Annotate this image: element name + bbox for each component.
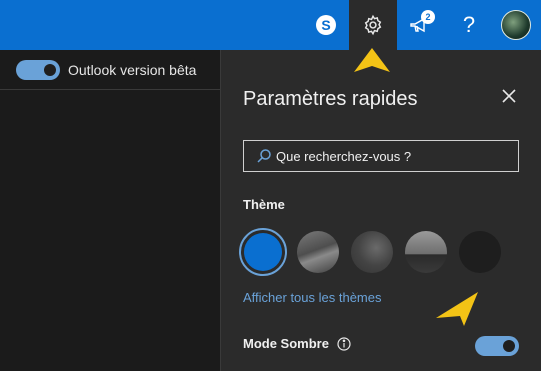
theme-dark[interactable] xyxy=(459,231,501,273)
dark-mode-row: Mode Sombre xyxy=(243,336,351,351)
search-icon xyxy=(257,149,271,163)
dark-mode-toggle[interactable] xyxy=(475,336,519,356)
theme-abstract[interactable] xyxy=(351,231,393,273)
close-icon[interactable] xyxy=(499,86,519,106)
avatar xyxy=(501,10,531,40)
whats-new-button[interactable]: 2 xyxy=(397,0,445,50)
panel-title: Paramètres rapides xyxy=(243,88,418,110)
svg-text:S: S xyxy=(321,17,330,33)
callout-arrow-dark-mode xyxy=(436,292,478,326)
account-button[interactable] xyxy=(492,0,540,50)
top-bar: S 2 ? xyxy=(0,0,541,50)
theme-list xyxy=(239,228,529,276)
theme-blue[interactable] xyxy=(239,228,287,276)
left-pane: Outlook version bêta xyxy=(0,50,220,371)
info-icon[interactable] xyxy=(337,336,351,351)
dark-mode-knob xyxy=(503,340,515,352)
search-placeholder: Que recherchez-vous ? xyxy=(276,148,412,164)
help-icon: ? xyxy=(462,12,476,37)
notifications-badge: 2 xyxy=(421,10,435,24)
beta-toggle[interactable] xyxy=(16,59,60,80)
theme-heading: Thème xyxy=(243,197,285,212)
quick-settings-panel: Paramètres rapides Que recherchez-vous ?… xyxy=(220,50,541,371)
beta-toggle-label: Outlook version bêta xyxy=(68,61,197,78)
dark-mode-label: Mode Sombre xyxy=(243,336,329,351)
callout-arrow-settings xyxy=(354,48,390,72)
settings-search[interactable]: Que recherchez-vous ? xyxy=(243,140,519,172)
gear-icon xyxy=(364,14,382,36)
toggle-knob xyxy=(44,63,56,76)
beta-toggle-row: Outlook version bêta xyxy=(0,50,220,90)
help-button[interactable]: ? xyxy=(445,0,493,50)
skype-icon: S xyxy=(316,15,336,35)
theme-palms[interactable] xyxy=(405,231,447,273)
theme-mountain[interactable] xyxy=(297,231,339,273)
settings-button[interactable] xyxy=(349,0,397,50)
show-all-themes-link[interactable]: Afficher tous les thèmes xyxy=(243,290,382,305)
skype-button[interactable]: S xyxy=(302,0,350,50)
